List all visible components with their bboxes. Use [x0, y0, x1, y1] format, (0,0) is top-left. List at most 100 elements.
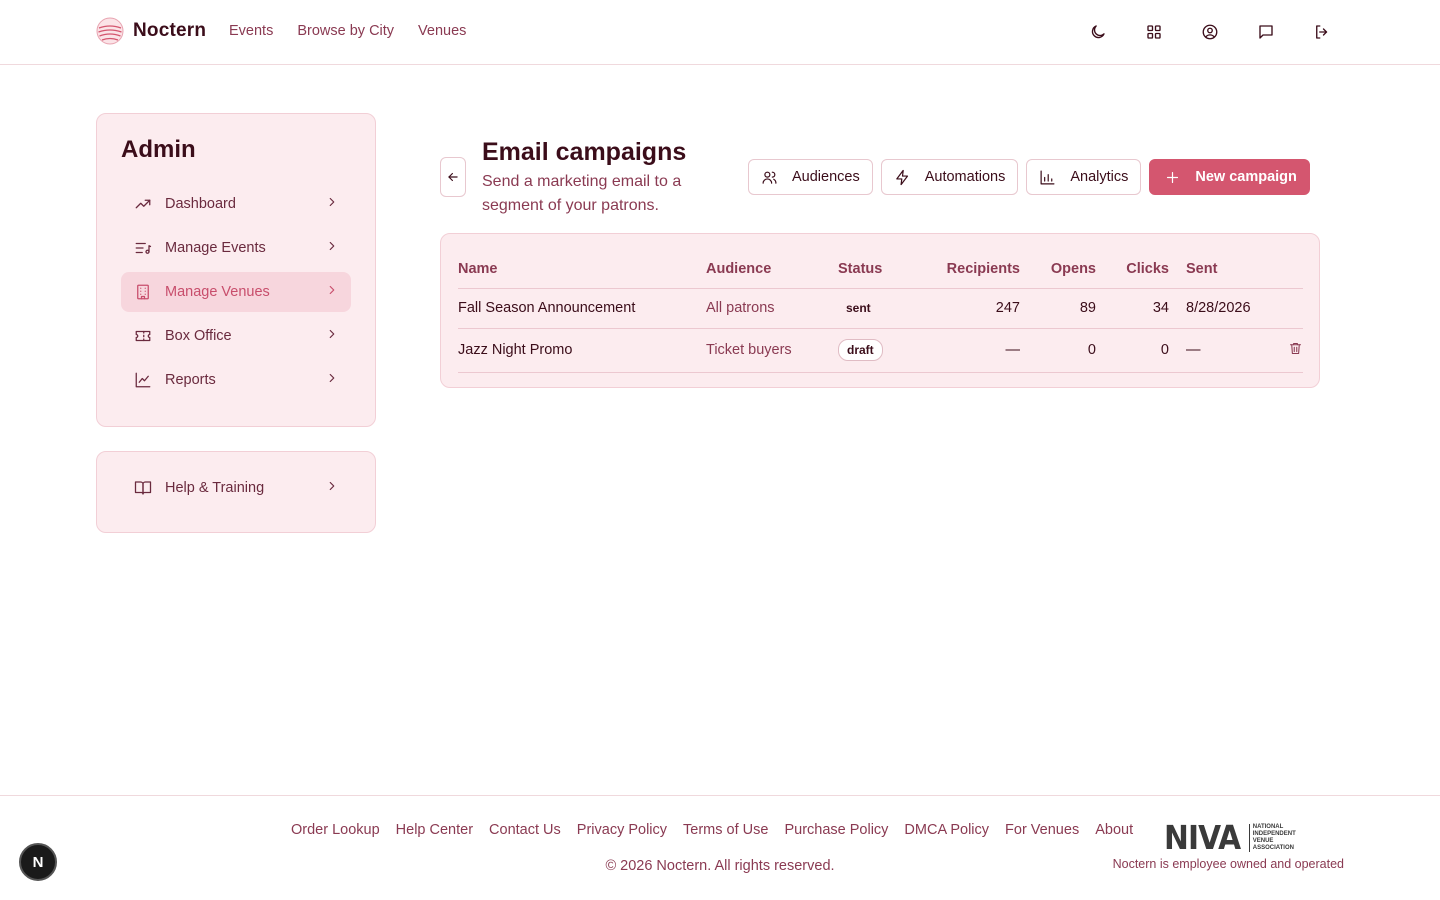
- campaign-audience: Ticket buyers: [706, 328, 838, 373]
- chevron-right-icon: [325, 195, 339, 214]
- campaigns-table: Name Audience Status Recipients Opens Cl…: [458, 250, 1303, 373]
- campaign-audience: All patrons: [706, 288, 838, 329]
- zap-icon: [895, 169, 908, 185]
- sidebar-item-label: Box Office: [165, 328, 232, 344]
- sidebar-item-label: Dashboard: [165, 196, 236, 212]
- row-actions: [1269, 328, 1303, 373]
- user-circle-icon[interactable]: [1198, 20, 1222, 44]
- audiences-label: Audiences: [792, 169, 860, 185]
- analytics-button[interactable]: Analytics: [1026, 159, 1142, 195]
- niva-line: VENUE: [1252, 838, 1274, 844]
- footer-link-order-lookup[interactable]: Order Lookup: [291, 822, 380, 838]
- niva-text: NATIONAL INDEPENDENT VENUE ASSOCIATION: [1248, 824, 1296, 852]
- arrow-left-icon: [448, 172, 458, 182]
- sidebar-item-manage-venues[interactable]: Manage Venues: [121, 272, 351, 312]
- footer-link-privacy-policy[interactable]: Privacy Policy: [577, 822, 667, 838]
- audiences-button[interactable]: Audiences: [748, 159, 873, 195]
- message-icon[interactable]: [1254, 20, 1278, 44]
- brand-name: Noctern: [133, 20, 207, 41]
- status-badge: draft: [838, 339, 883, 361]
- footer-link-help-center[interactable]: Help Center: [396, 822, 473, 838]
- footer-link-purchase-policy[interactable]: Purchase Policy: [784, 822, 888, 838]
- footer-link-about[interactable]: About: [1095, 822, 1133, 838]
- new-campaign-button[interactable]: New campaign: [1149, 159, 1310, 195]
- footer-links: Order Lookup Help Center Contact Us Priv…: [291, 822, 1133, 838]
- sidebar-item-label: Reports: [165, 372, 216, 388]
- trash-icon[interactable]: [1288, 341, 1303, 356]
- footer: Order Lookup Help Center Contact Us Priv…: [0, 795, 1440, 900]
- campaign-opens: 89: [1020, 288, 1096, 329]
- campaign-opens: 0: [1020, 328, 1096, 373]
- analytics-label: Analytics: [1070, 169, 1129, 185]
- col-status[interactable]: Status: [838, 250, 923, 289]
- chevron-right-icon: [325, 239, 339, 258]
- campaign-name[interactable]: Jazz Night Promo: [458, 328, 706, 373]
- moon-icon[interactable]: [1086, 20, 1110, 44]
- campaign-clicks: 34: [1096, 288, 1169, 329]
- col-actions: [1269, 250, 1303, 289]
- automations-button[interactable]: Automations: [880, 159, 1019, 195]
- footer-link-contact-us[interactable]: Contact Us: [489, 822, 561, 838]
- table-row[interactable]: Jazz Night Promo Ticket buyers draft — 0…: [458, 328, 1303, 373]
- col-opens[interactable]: Opens: [1020, 250, 1096, 289]
- sidebar-item-dashboard[interactable]: Dashboard: [121, 184, 351, 224]
- main-nav: Events Browse by City Venues: [229, 23, 466, 39]
- chevron-right-icon: [325, 283, 339, 302]
- col-clicks[interactable]: Clicks: [1096, 250, 1169, 289]
- logout-icon[interactable]: [1310, 20, 1334, 44]
- trending-up-icon: [133, 194, 153, 214]
- new-campaign-label: New campaign: [1195, 169, 1297, 185]
- bar-chart-icon: [1040, 170, 1055, 184]
- footer-link-terms-of-use[interactable]: Terms of Use: [683, 822, 768, 838]
- niva-line: NATIONAL: [1252, 824, 1284, 830]
- campaign-recipients: 247: [923, 288, 1020, 329]
- footer-link-for-venues[interactable]: For Venues: [1005, 822, 1079, 838]
- status-cell: sent: [838, 288, 923, 329]
- grid-icon[interactable]: [1142, 20, 1166, 44]
- campaign-sent: —: [1169, 328, 1269, 373]
- col-recipients[interactable]: Recipients: [923, 250, 1020, 289]
- page-subtitle: Send a marketing email to a segment of y…: [482, 173, 682, 214]
- campaign-name[interactable]: Fall Season Announcement: [458, 288, 706, 329]
- chevron-right-icon: [325, 371, 339, 390]
- campaign-sent: 8/28/2026: [1169, 288, 1269, 329]
- header-actions: [1086, 20, 1334, 44]
- row-actions: [1269, 288, 1303, 329]
- top-navbar: Noctern Events Browse by City Venues: [0, 0, 1440, 65]
- table-row[interactable]: Fall Season Announcement All patrons sen…: [458, 288, 1303, 329]
- sidebar-item-label: Manage Events: [165, 240, 266, 256]
- help-sidebar: Help & Training: [96, 451, 376, 533]
- dev-tools-badge[interactable]: N: [19, 843, 57, 881]
- employee-note: Noctern is employee owned and operated: [1112, 857, 1344, 871]
- campaign-clicks: 0: [1096, 328, 1169, 373]
- page-title: Email campaigns: [482, 138, 687, 166]
- niva-line: ASSOCIATION: [1252, 845, 1294, 851]
- table-header-row: Name Audience Status Recipients Opens Cl…: [458, 250, 1303, 289]
- campaign-recipients: —: [923, 328, 1020, 373]
- chevron-right-icon: [325, 327, 339, 346]
- chevron-right-icon: [325, 479, 339, 498]
- plus-icon: [1167, 171, 1179, 183]
- sidebar-item-manage-events[interactable]: Manage Events: [121, 228, 351, 268]
- sidebar-item-box-office[interactable]: Box Office: [121, 316, 351, 356]
- book-icon: [133, 478, 153, 498]
- automations-label: Automations: [924, 169, 1006, 185]
- ticket-icon: [133, 326, 153, 346]
- building-icon: [133, 282, 153, 302]
- sidebar-item-help-training[interactable]: Help & Training: [121, 468, 351, 508]
- col-sent[interactable]: Sent: [1169, 250, 1269, 289]
- sidebar-item-label: Help & Training: [165, 480, 265, 496]
- col-name[interactable]: Name: [458, 250, 706, 289]
- sidebar-item-reports[interactable]: Reports: [121, 360, 351, 400]
- nav-events[interactable]: Events: [229, 23, 273, 39]
- footer-link-dmca-policy[interactable]: DMCA Policy: [904, 822, 989, 838]
- col-audience[interactable]: Audience: [706, 250, 838, 289]
- nav-browse-by-city[interactable]: Browse by City: [297, 23, 394, 39]
- nav-venues[interactable]: Venues: [418, 23, 466, 39]
- back-button[interactable]: [440, 157, 466, 197]
- sidebar-title: Admin: [121, 136, 196, 163]
- brand[interactable]: Noctern: [96, 17, 206, 45]
- list-music-icon: [133, 238, 153, 258]
- niva-logo[interactable]: NIVA NATIONAL INDEPENDENT VENUE ASSOCIAT…: [1164, 821, 1296, 854]
- campaigns-table-card: Name Audience Status Recipients Opens Cl…: [440, 233, 1320, 388]
